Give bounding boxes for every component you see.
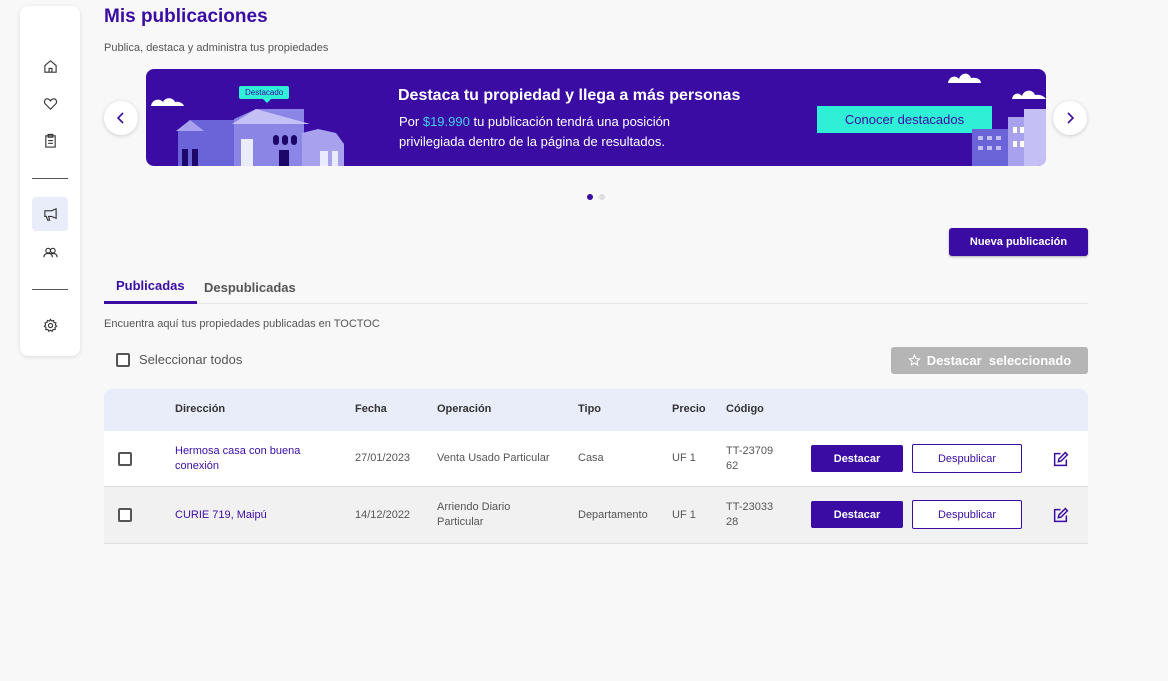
heart-icon <box>43 97 57 110</box>
tab-bar: Publicadas Despublicadas <box>104 270 1088 304</box>
edit-icon[interactable] <box>1052 507 1069 524</box>
col-type: Tipo <box>578 403 602 415</box>
select-all-checkbox[interactable] <box>116 352 130 367</box>
featured-badge: Destacado <box>239 86 290 103</box>
houses-illustration <box>151 98 344 166</box>
sidebar-item-publications[interactable] <box>32 197 68 231</box>
col-operation: Operación <box>437 403 492 415</box>
table-row: CURIE 719, Maipú 14/12/2022 Arriendo Dia… <box>104 487 1088 544</box>
sidebar-item-home[interactable] <box>32 49 68 83</box>
row-type: Departamento <box>578 509 648 521</box>
banner-text-part: Por <box>399 114 423 129</box>
col-date: Fecha <box>355 403 387 415</box>
star-icon <box>907 354 921 366</box>
carousel-dot-1[interactable] <box>587 194 593 200</box>
sidebar-item-clipboard[interactable] <box>32 123 68 157</box>
banner-title: Destaca tu propiedad y llega a más perso… <box>398 87 741 104</box>
megaphone-icon <box>43 207 57 221</box>
select-all-label: Seleccionar todos <box>139 352 243 367</box>
row-type: Casa <box>578 452 604 464</box>
gear-icon <box>43 317 57 332</box>
row-checkbox[interactable] <box>118 508 132 522</box>
row-date: 14/12/2022 <box>355 509 411 521</box>
row-operation: Venta Usado Particular <box>437 452 550 464</box>
carousel-prev-button[interactable] <box>104 101 138 135</box>
new-publication-button[interactable]: Nueva publicación <box>949 228 1088 256</box>
publications-table: Dirección Fecha Operación Tipo Precio Có… <box>104 389 1088 544</box>
row-address[interactable]: CURIE 719, Maipú <box>175 508 315 523</box>
row-date: 27/01/2023 <box>355 452 411 464</box>
sidebar-item-settings[interactable] <box>32 308 68 342</box>
page-title: Mis publicaciones <box>104 6 268 27</box>
buildings-illustration <box>948 73 1046 166</box>
chevron-right-icon <box>1067 112 1075 124</box>
table-header: Dirección Fecha Operación Tipo Precio Có… <box>104 389 1088 431</box>
carousel-next-button[interactable] <box>1053 101 1087 135</box>
highlight-button[interactable]: Destacar <box>811 501 903 528</box>
tab-unpublished[interactable]: Despublicadas <box>192 270 308 304</box>
row-price: UF 1 <box>672 509 696 521</box>
row-checkbox[interactable] <box>118 452 132 466</box>
carousel-dots <box>587 194 605 200</box>
row-code: TT-2303328 <box>726 501 774 528</box>
select-all: Seleccionar todos <box>116 352 242 367</box>
home-icon <box>43 59 57 73</box>
row-address[interactable]: Hermosa casa con buena conexión <box>175 444 315 474</box>
row-operation: Arriendo Diario Particular <box>437 501 511 528</box>
highlight-button[interactable]: Destacar <box>811 445 903 472</box>
highlight-selected-label: Destacar seleccionado <box>926 353 1072 368</box>
table-row: Hermosa casa con buena conexión 27/01/20… <box>104 431 1088 487</box>
clipboard-icon <box>44 133 56 148</box>
sidebar-divider <box>32 289 68 290</box>
sidebar-divider <box>32 178 68 179</box>
sidebar-item-favorites[interactable] <box>32 86 68 120</box>
unpublish-button[interactable]: Despublicar <box>912 500 1022 529</box>
row-price: UF 1 <box>672 452 696 464</box>
chevron-left-icon <box>116 112 124 124</box>
sidebar-item-users[interactable] <box>32 235 68 269</box>
col-price: Precio <box>672 403 706 415</box>
page-subtitle: Publica, destaca y administra tus propie… <box>104 42 329 54</box>
carousel-dot-2[interactable] <box>599 194 605 200</box>
banner-price: $19.990 <box>422 114 470 129</box>
users-icon <box>42 247 58 257</box>
edit-icon[interactable] <box>1052 451 1069 468</box>
promo-banner: Destacado Destaca tu propiedad y llega a… <box>146 69 1046 166</box>
row-code: TT-2370962 <box>726 445 774 472</box>
info-text: Encuentra aquí tus propiedades publicada… <box>104 318 380 330</box>
banner-text: Por $19.990 tu publicación tendrá una po… <box>399 112 729 152</box>
col-address: Dirección <box>175 403 226 415</box>
tab-published[interactable]: Publicadas <box>104 270 197 304</box>
sidebar <box>20 6 80 356</box>
unpublish-button[interactable]: Despublicar <box>912 444 1022 473</box>
highlight-selected-button[interactable]: Destacar seleccionado <box>891 347 1088 374</box>
col-code: Código <box>726 403 764 415</box>
